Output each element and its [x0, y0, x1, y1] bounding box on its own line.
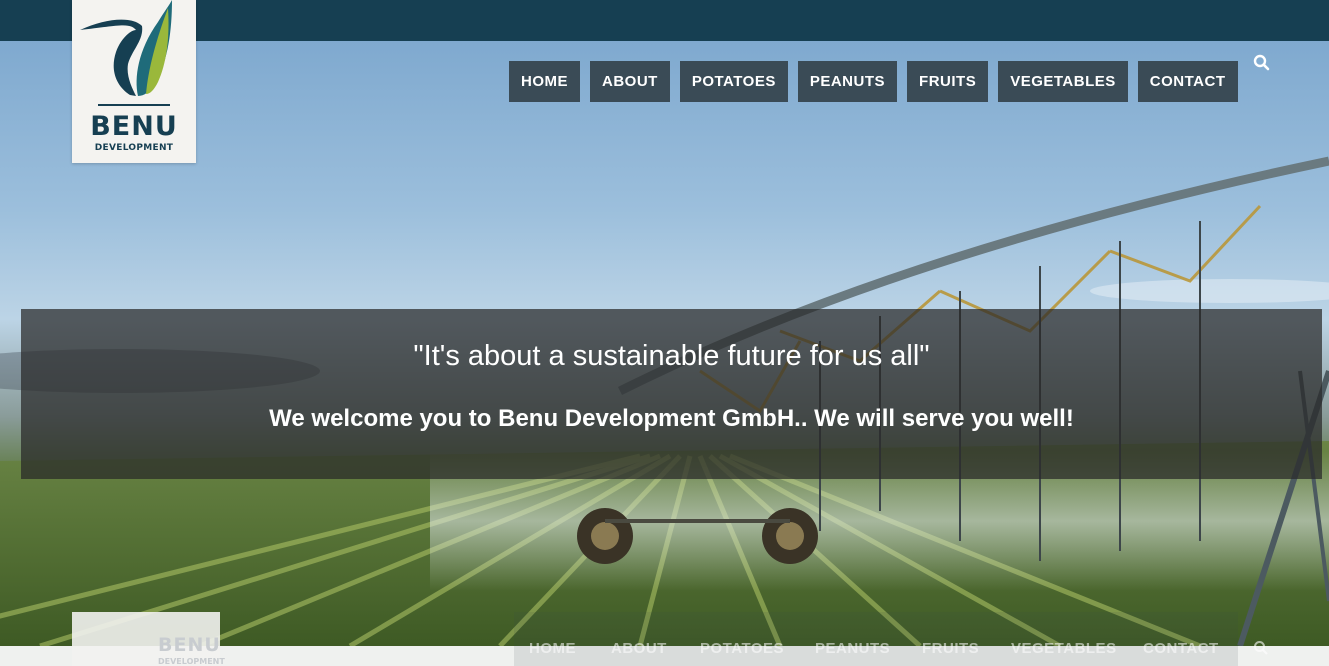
main-navigation: HOME ABOUT POTATOES PEANUTS FRUITS VEGET…: [509, 61, 1238, 102]
nav-about[interactable]: ABOUT: [590, 61, 670, 102]
sticky-nav-fruits[interactable]: FRUITS: [922, 640, 979, 657]
sticky-nav-potatoes[interactable]: POTATOES: [700, 640, 784, 657]
nav-peanuts[interactable]: PEANUTS: [797, 61, 898, 102]
sticky-logo[interactable]: BENU DEVELOPMENT: [72, 612, 225, 666]
nav-fruits[interactable]: FRUITS: [907, 61, 989, 102]
sticky-logo-tagline: DEVELOPMENT: [158, 657, 225, 666]
heron-logo-icon: [80, 0, 172, 97]
nav-home[interactable]: HOME: [509, 61, 580, 102]
sticky-navigation: HOME ABOUT POTATOES PEANUTS FRUITS VEGET…: [514, 612, 1238, 666]
sticky-nav-home[interactable]: HOME: [529, 640, 576, 657]
search-icon[interactable]: [1253, 54, 1271, 72]
sticky-nav-vegetables[interactable]: VEGETABLES: [1011, 640, 1117, 657]
sticky-nav-contact[interactable]: CONTACT: [1143, 640, 1219, 657]
hero-welcome: We welcome you to Benu Development GmbH.…: [269, 405, 1074, 432]
sticky-nav-about[interactable]: ABOUT: [611, 640, 667, 657]
top-bar: [0, 0, 1329, 41]
logo-wordmark: BENU: [90, 111, 178, 142]
hero-quote: "It's about a sustainable future for us …: [413, 340, 930, 372]
sticky-header-ghost: BENU DEVELOPMENT HOME ABOUT POTATOES PEA…: [0, 610, 1329, 666]
hero-banner: "It's about a sustainable future for us …: [21, 309, 1322, 479]
nav-vegetables[interactable]: VEGETABLES: [998, 61, 1128, 102]
sticky-nav-peanuts[interactable]: PEANUTS: [815, 640, 890, 657]
sticky-logo-wordmark: BENU: [158, 634, 221, 656]
nav-contact[interactable]: CONTACT: [1137, 61, 1238, 102]
sticky-search-icon[interactable]: [1253, 640, 1269, 656]
site-logo[interactable]: BENU DEVELOPMENT: [72, 0, 196, 163]
logo-divider: [98, 104, 170, 106]
nav-potatoes[interactable]: POTATOES: [679, 61, 788, 102]
logo-tagline: DEVELOPMENT: [94, 143, 174, 153]
